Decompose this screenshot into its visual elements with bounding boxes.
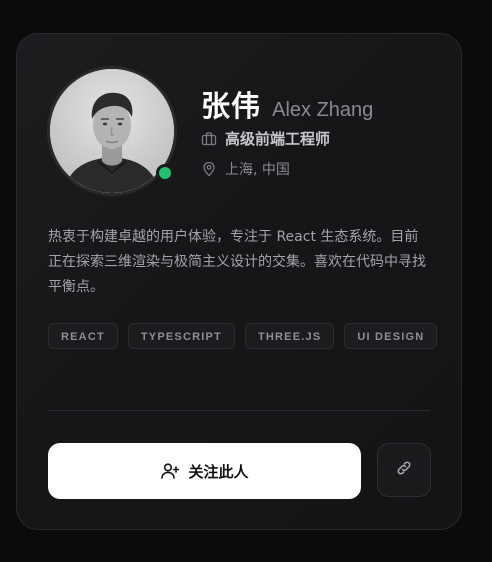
profile-card: 张伟 Alex Zhang 高级前端工程师 上海, 中国 热衷于构建卓越的用户体…: [16, 33, 462, 530]
tag-threejs: THREE.JS: [244, 323, 335, 349]
link-icon: [394, 458, 414, 482]
skill-tags: REACT TYPESCRIPT THREE.JS UI DESIGN: [48, 323, 438, 349]
online-status-indicator: [156, 164, 174, 182]
job-title-row: 高级前端工程师: [201, 128, 330, 149]
divider: [48, 410, 430, 411]
avatar-container: [47, 66, 177, 196]
job-title: 高级前端工程师: [225, 130, 331, 148]
map-pin-icon: [201, 161, 217, 177]
location-text: 上海, 中国: [225, 162, 290, 178]
profile-name-en: Alex Zhang: [272, 99, 374, 121]
name-row: 张伟 Alex Zhang: [201, 83, 373, 125]
copy-link-button[interactable]: [377, 443, 431, 497]
user-plus-icon: [160, 461, 180, 481]
tag-ui-design: UI DESIGN: [344, 323, 438, 349]
follow-button[interactable]: 关注此人: [48, 443, 361, 499]
tag-typescript: TYPESCRIPT: [127, 323, 235, 349]
profile-name: 张伟: [201, 89, 262, 123]
location-row: 上海, 中国: [201, 159, 290, 179]
briefcase-icon: [201, 131, 217, 147]
tag-react: REACT: [48, 323, 118, 349]
follow-button-label: 关注此人: [188, 462, 249, 481]
profile-bio: 热衷于构建卓越的用户体验，专注于 React 生态系统。目前正在探索三维渲染与极…: [48, 229, 426, 295]
